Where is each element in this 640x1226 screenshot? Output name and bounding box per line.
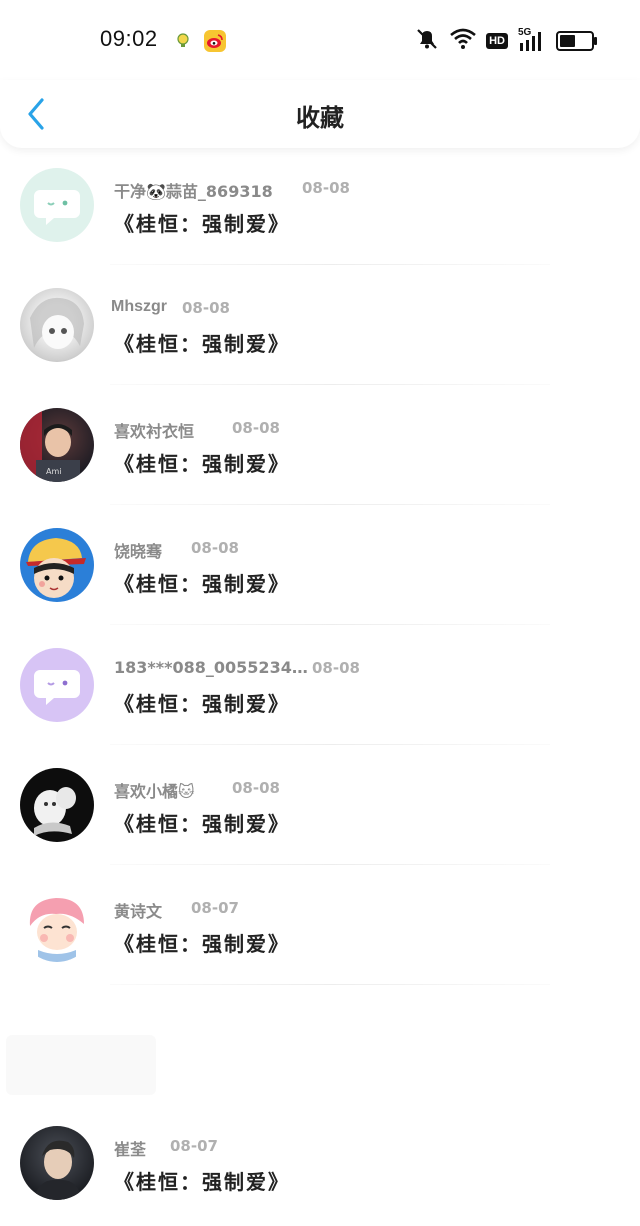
item-title[interactable]: 《桂恒：强制爱》	[114, 1166, 290, 1195]
divider	[110, 864, 550, 865]
blank-list-item	[0, 1030, 640, 1120]
list-item[interactable]: 崔荃 08-07 《桂恒：强制爱》	[0, 1106, 640, 1226]
wifi-icon	[450, 28, 476, 54]
item-title[interactable]: 《桂恒：强制爱》	[114, 208, 290, 237]
status-bar: 09:02 HD 5G	[0, 0, 640, 80]
list-item[interactable]: Ami 喜欢衬衣恒 08-08 《桂恒：强制爱》	[0, 388, 640, 508]
list-item[interactable]: 183***088_0055234… 08-08 《桂恒：强制爱》	[0, 628, 640, 748]
list-item[interactable]: 饶晓骞 08-08 《桂恒：强制爱》	[0, 508, 640, 628]
item-title[interactable]: 《桂恒：强制爱》	[114, 928, 290, 957]
avatar[interactable]	[20, 648, 94, 722]
avatar[interactable]	[20, 168, 94, 242]
list-item[interactable]: 喜欢小橘🐱 08-08 《桂恒：强制爱》	[0, 748, 640, 868]
divider	[110, 504, 550, 505]
item-date: 08-08	[232, 779, 280, 797]
mute-icon	[414, 27, 440, 55]
item-date: 08-07	[191, 899, 239, 917]
user-name[interactable]: Mhszgr	[111, 298, 167, 316]
divider	[110, 984, 550, 985]
item-date: 08-08	[232, 419, 280, 437]
lightbulb-app-icon	[172, 30, 194, 52]
user-name[interactable]: 183***088_0055234…	[114, 658, 308, 677]
divider	[110, 384, 550, 385]
divider	[110, 624, 550, 625]
avatar[interactable]	[20, 888, 94, 962]
battery-icon	[556, 31, 597, 51]
avatar[interactable]	[20, 288, 94, 362]
list-item[interactable]: Mhszgr 08-08 《桂恒：强制爱》	[0, 268, 640, 388]
avatar[interactable]	[20, 1126, 94, 1200]
item-title[interactable]: 《桂恒：强制爱》	[114, 568, 290, 597]
battery-level	[560, 35, 575, 47]
item-date: 08-08	[302, 179, 350, 197]
user-name[interactable]: 黄诗文	[114, 898, 162, 922]
divider	[110, 744, 550, 745]
item-date: 08-08	[182, 299, 230, 317]
item-date: 08-07	[170, 1137, 218, 1155]
list-item[interactable]: 黄诗文 08-07 《桂恒：强制爱》	[0, 868, 640, 988]
svg-text:Ami: Ami	[46, 467, 62, 476]
item-title[interactable]: 《桂恒：强制爱》	[114, 688, 290, 717]
avatar[interactable]	[20, 768, 94, 842]
item-date: 08-08	[191, 539, 239, 557]
avatar[interactable]	[20, 528, 94, 602]
item-title[interactable]: 《桂恒：强制爱》	[114, 808, 290, 837]
user-name[interactable]: 喜欢小橘🐱	[114, 778, 195, 802]
user-name[interactable]: 喜欢衬衣恒	[114, 418, 194, 442]
item-title[interactable]: 《桂恒：强制爱》	[114, 448, 290, 477]
list-item[interactable]: 干净🐼蒜苗_869318 08-08 《桂恒：强制爱》	[0, 148, 640, 268]
user-name[interactable]: 干净🐼蒜苗_869318	[114, 178, 273, 202]
nav-bar: 收藏	[0, 80, 640, 148]
status-time: 09:02	[100, 26, 158, 51]
user-name[interactable]: 崔荃	[114, 1136, 146, 1160]
user-name[interactable]: 饶晓骞	[114, 538, 162, 562]
avatar[interactable]: Ami	[20, 408, 94, 482]
5g-signal-icon: 5G	[518, 27, 546, 53]
item-date: 08-08	[312, 659, 360, 677]
page-title: 收藏	[296, 104, 344, 132]
hd-icon: HD	[486, 33, 508, 49]
divider	[110, 264, 550, 265]
item-title[interactable]: 《桂恒：强制爱》	[114, 328, 290, 357]
weibo-app-icon	[204, 30, 226, 52]
